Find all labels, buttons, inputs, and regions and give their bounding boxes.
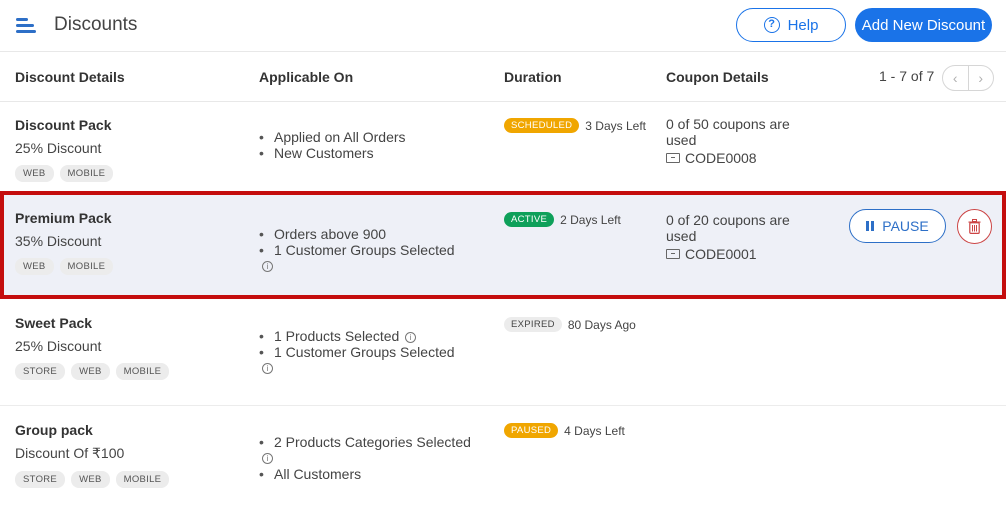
ticket-icon (666, 249, 680, 259)
status-badge: EXPIRED (504, 317, 562, 332)
applicable-on: 2 Products Categories Selected i All Cus… (259, 434, 471, 482)
applicable-item: 1 Customer Groups Selected (259, 242, 455, 258)
ticket-icon (666, 153, 680, 163)
duration-text: 4 Days Left (564, 423, 625, 438)
discount-name: Premium Pack (15, 210, 112, 226)
platform-chip: MOBILE (115, 363, 170, 380)
discount-name: Group pack (15, 422, 93, 438)
status-badge: SCHEDULED (504, 118, 580, 133)
platform-chip: WEB (15, 165, 54, 182)
coupon-usage-cont: used (666, 132, 697, 148)
pause-icon (866, 221, 875, 231)
pagination-controls: ‹ › (942, 65, 994, 91)
discount-amount: Discount Of ₹100 (15, 445, 125, 461)
platform-chip: STORE (15, 471, 66, 488)
discount-details: Discount Pack 25% Discount WEB MOBILE (15, 117, 114, 182)
table-row[interactable]: Group pack Discount Of ₹100 STORE WEB MO… (0, 406, 1006, 511)
duration: EXPIRED 80 Days Ago (504, 317, 636, 332)
status-badge: PAUSED (504, 423, 559, 438)
duration: ACTIVE 2 Days Left (504, 212, 621, 227)
platform-chips: WEB MOBILE (15, 165, 114, 182)
info-icon[interactable]: i (405, 332, 417, 343)
discount-name: Discount Pack (15, 117, 112, 133)
table-header: Discount Details Applicable On Duration … (0, 53, 1006, 102)
duration: SCHEDULED 3 Days Left (504, 118, 646, 133)
duration-text: 80 Days Ago (567, 317, 636, 332)
applicable-item: All Customers (259, 466, 471, 482)
column-duration: Duration (504, 69, 562, 85)
discount-details: Sweet Pack 25% Discount STORE WEB MOBILE (15, 315, 170, 380)
pause-button[interactable]: PAUSE (849, 209, 946, 243)
discount-details: Premium Pack 35% Discount WEB MOBILE (15, 210, 114, 275)
applicable-item: 2 Products Categories Selected (259, 434, 471, 450)
coupon-code-line: CODE0008 (666, 150, 816, 166)
info-icon[interactable]: i (262, 363, 273, 374)
platform-chips: WEB MOBILE (15, 258, 114, 275)
platform-chip: WEB (71, 471, 110, 488)
menu-icon[interactable] (16, 16, 38, 36)
duration-text: 3 Days Left (585, 118, 646, 133)
coupon-code: CODE0008 (685, 150, 757, 166)
table-row[interactable]: Discount Pack 25% Discount WEB MOBILE Ap… (0, 102, 1006, 192)
discount-amount: 25% Discount (15, 338, 102, 354)
coupon-details: 0 of 20 coupons are used CODE0001 (666, 212, 816, 262)
platform-chip: MOBILE (59, 165, 114, 182)
applicable-text: 1 Products Selected (274, 328, 400, 344)
platform-chips: STORE WEB MOBILE (15, 363, 170, 380)
applicable-item: 1 Customer Groups Selected (259, 344, 455, 360)
discount-name: Sweet Pack (15, 315, 93, 331)
duration: PAUSED 4 Days Left (504, 423, 625, 438)
applicable-on: Orders above 900 1 Customer Groups Selec… (259, 226, 455, 274)
coupon-usage: 0 of 50 coupons are (666, 116, 790, 132)
page-title: Discounts (54, 14, 138, 35)
table-row-selected[interactable]: Premium Pack 35% Discount WEB MOBILE Ord… (0, 191, 1006, 299)
column-applicable-on: Applicable On (259, 69, 354, 85)
add-new-discount-button[interactable]: Add New Discount (855, 8, 992, 42)
help-button[interactable]: ? Help (736, 8, 846, 42)
applicable-item: Applied on All Orders (259, 129, 406, 145)
platform-chip: MOBILE (115, 471, 170, 488)
info-icon[interactable]: i (262, 453, 273, 464)
trash-icon (968, 219, 981, 234)
table-row[interactable]: Sweet Pack 25% Discount STORE WEB MOBILE… (0, 299, 1006, 406)
applicable-item: New Customers (259, 145, 406, 161)
coupon-details: 0 of 50 coupons are used CODE0008 (666, 116, 816, 166)
pagination-text: 1 - 7 of 7 (879, 68, 935, 84)
coupon-code: CODE0001 (685, 246, 757, 262)
discount-amount: 35% Discount (15, 233, 102, 249)
delete-button[interactable] (957, 209, 992, 244)
platform-chip: WEB (71, 363, 110, 380)
applicable-on: 1 Products Selected i 1 Customer Groups … (259, 328, 455, 376)
platform-chips: STORE WEB MOBILE (15, 471, 170, 488)
column-discount-details: Discount Details (15, 69, 125, 85)
platform-chip: WEB (15, 258, 54, 275)
pause-label: PAUSE (882, 218, 929, 234)
coupon-code-line: CODE0001 (666, 246, 816, 262)
column-coupon-details: Coupon Details (666, 69, 769, 85)
duration-text: 2 Days Left (560, 212, 621, 227)
help-icon: ? (763, 17, 780, 33)
coupon-usage: 0 of 20 coupons are (666, 212, 790, 228)
applicable-on: Applied on All Orders New Customers (259, 129, 406, 161)
coupon-usage-cont: used (666, 228, 697, 244)
chevron-right-icon[interactable]: › (969, 66, 994, 90)
discount-details: Group pack Discount Of ₹100 STORE WEB MO… (15, 422, 170, 488)
discount-amount: 25% Discount (15, 140, 102, 156)
platform-chip: STORE (15, 363, 66, 380)
info-icon[interactable]: i (262, 261, 273, 272)
top-bar: Discounts ? Help Add New Discount (0, 0, 1006, 52)
chevron-left-icon[interactable]: ‹ (943, 66, 969, 90)
status-badge: ACTIVE (504, 212, 555, 227)
help-label: Help (787, 16, 819, 34)
applicable-item: Orders above 900 (259, 226, 455, 242)
applicable-item: 1 Products Selected i (259, 328, 455, 344)
platform-chip: MOBILE (59, 258, 114, 275)
